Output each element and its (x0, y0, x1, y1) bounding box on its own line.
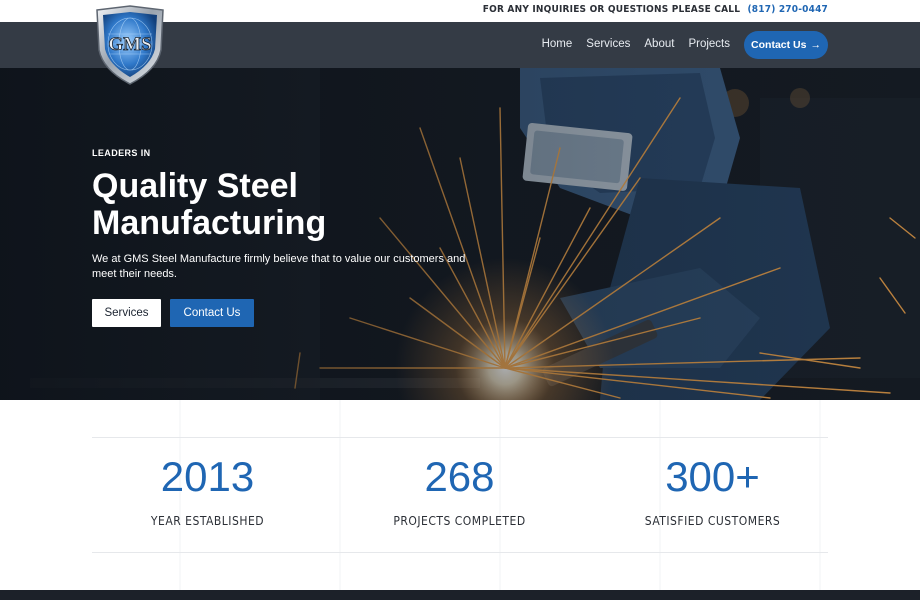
contact-us-button[interactable]: Contact Us (170, 299, 254, 327)
stat-satisfied-customers: 300+ SATISFIED CUSTOMERS (590, 452, 835, 528)
nav-projects[interactable]: Projects (688, 38, 730, 50)
stats-bottom-divider (92, 552, 828, 553)
headline-line-1: Quality Steel (92, 167, 298, 205)
stat-number: 268 (424, 453, 495, 500)
stats-top-divider (92, 437, 828, 438)
nav-services[interactable]: Services (586, 38, 630, 50)
hero-eyebrow: LEADERS IN (92, 148, 151, 158)
hero-headline: Quality Steel Manufacturing (92, 168, 512, 242)
shield-logo-icon: GMS (96, 5, 164, 85)
nav-contact-button[interactable]: Contact Us → (744, 31, 828, 59)
next-section-edge (0, 590, 920, 600)
hero-text-block: LEADERS IN Quality Steel Manufacturing W… (92, 148, 512, 327)
stat-label: PROJECTS COMPLETED (393, 514, 526, 528)
stat-projects-completed: 268 PROJECTS COMPLETED (337, 452, 582, 528)
hero-buttons: Services Contact Us (92, 299, 512, 327)
nav-about[interactable]: About (644, 38, 674, 50)
svg-text:GMS: GMS (108, 34, 151, 55)
headline-line-2: Manufacturing (92, 204, 327, 242)
stat-number: 2013 (160, 453, 255, 500)
arrow-right-icon: → (810, 39, 821, 51)
hero-section: LEADERS IN Quality Steel Manufacturing W… (0, 68, 920, 400)
nav-home[interactable]: Home (542, 38, 573, 50)
phone-link[interactable]: (817) 270-0447 (748, 4, 829, 15)
inquiry-text: FOR ANY INQUIRIES OR QUESTIONS PLEASE CA… (482, 4, 741, 15)
nav-links: Home Services About Projects (542, 38, 730, 50)
stat-label: YEAR ESTABLISHED (150, 514, 265, 528)
stats-section: 2013 YEAR ESTABLISHED 268 PROJECTS COMPL… (0, 400, 920, 590)
services-button[interactable]: Services (92, 299, 161, 327)
hero-subtext: We at GMS Steel Manufacture firmly belie… (92, 252, 502, 282)
gms-logo[interactable]: GMS (91, 4, 169, 86)
nav-contact-label: Contact Us (751, 39, 807, 51)
subtext-line-2: meet their needs. (92, 268, 177, 280)
stat-label: SATISFIED CUSTOMERS (644, 514, 781, 528)
subtext-line-1: We at GMS Steel Manufacture firmly belie… (92, 253, 466, 265)
stat-number: 300+ (665, 453, 760, 500)
inquiry-line: FOR ANY INQUIRIES OR QUESTIONS PLEASE CA… (483, 4, 828, 15)
stat-year-established: 2013 YEAR ESTABLISHED (85, 452, 330, 528)
